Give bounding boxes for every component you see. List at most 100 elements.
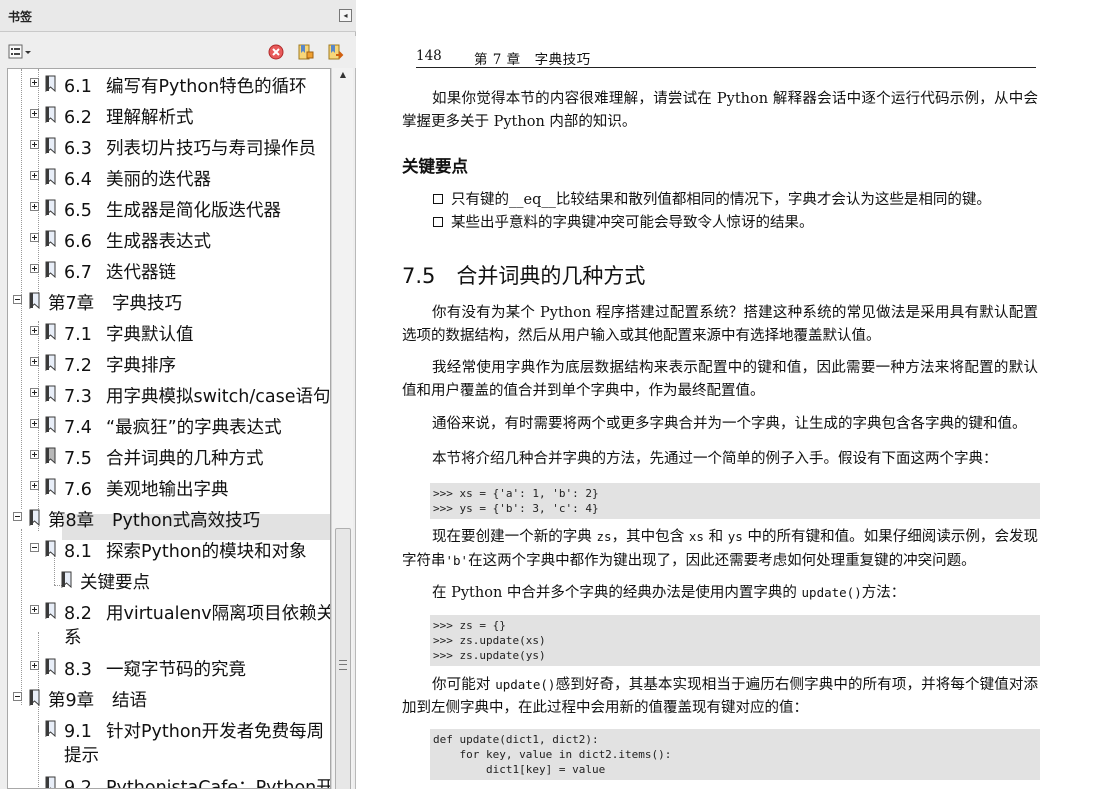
- bookmark-number: 6.3: [64, 139, 92, 159]
- bookmarks-toolbar: [0, 36, 356, 68]
- document-page: 148 第 7 章 字典技巧 如果你觉得本节的内容很难理解，请尝试在 Pytho…: [360, 0, 1117, 789]
- bookmark-number: 6.2: [64, 108, 92, 128]
- bookmarks-scrollbar[interactable]: ▲: [331, 68, 353, 789]
- bookmark-label: 一窥字节码的究竟: [106, 660, 246, 680]
- bookmark-number: 7.2: [64, 356, 92, 376]
- expand-icon[interactable]: [30, 171, 39, 180]
- bookmark-label: 生成器表达式: [106, 232, 211, 252]
- expand-icon[interactable]: [30, 326, 39, 335]
- expand-icon[interactable]: [30, 419, 39, 428]
- bookmark-number: 8.1: [64, 542, 92, 562]
- delete-bookmark-icon[interactable]: [267, 43, 285, 61]
- bookmark-label: 字典技巧: [112, 294, 182, 314]
- bookmark-icon: [29, 689, 40, 706]
- bullet-text: 只有键的__eq__比较结果和散列值都相同的情况下，字典才会认为这些是相同的键。: [451, 192, 991, 208]
- bookmark-label: 字典默认值: [106, 325, 194, 345]
- new-bookmark-icon[interactable]: [296, 43, 314, 61]
- expand-icon[interactable]: [30, 140, 39, 149]
- expand-icon[interactable]: [30, 233, 39, 242]
- bookmark-label: 编写有Python特色的循环: [106, 77, 307, 97]
- bookmark-label: 理解解析式: [106, 108, 194, 128]
- bookmark-number: 第8章: [48, 511, 95, 531]
- paragraph: 现在要创建一个新的字典 zs，其中包含 xs 和 ys 中的所有键和值。如果仔细…: [402, 529, 1039, 569]
- bullet-item: 某些出乎意料的字典键冲突可能会导致令人惊讶的结果。: [433, 212, 814, 234]
- expand-icon[interactable]: [30, 661, 39, 670]
- bookmark-label: PythonistaCafe：Python开: [106, 778, 331, 789]
- scrollbar-thumb[interactable]: [335, 528, 351, 789]
- intro-paragraph: 如果你觉得本节的内容很难理解，请尝试在 Python 解释器会话中逐个运行代码示…: [402, 91, 1038, 130]
- bookmark-label: 迭代器链: [106, 263, 176, 283]
- bookmark-icon: [29, 292, 40, 309]
- expand-bookmark-icon[interactable]: [326, 43, 344, 61]
- bookmark-icon: [61, 571, 72, 588]
- paragraph: 你有没有为某个 Python 程序搭建过配置系统？搭建这种系统的常见做法是采用具…: [402, 305, 1038, 344]
- checkbox-bullet-icon: [433, 217, 443, 227]
- bookmark-label: 探索Python的模块和对象: [106, 542, 307, 562]
- bookmarks-header: 书签 ◂: [0, 0, 356, 32]
- bookmark-label: 合并词典的几种方式: [106, 449, 264, 469]
- bookmark-icon: [45, 168, 56, 185]
- collapse-panel-button[interactable]: ◂: [339, 9, 352, 22]
- code-block: >>> zs = {} >>> zs.update(xs) >>> zs.upd…: [430, 615, 1040, 666]
- bookmark-icon: [45, 75, 56, 92]
- bookmark-number: 6.6: [64, 232, 92, 252]
- code-block: >>> xs = {'a': 1, 'b': 2} >>> ys = {'b':…: [430, 483, 1040, 519]
- bookmark-icon: [45, 354, 56, 371]
- expand-icon[interactable]: [30, 202, 39, 211]
- expand-icon[interactable]: [30, 481, 39, 490]
- options-menu-icon[interactable]: [8, 43, 34, 61]
- bullet-item: 只有键的__eq__比较结果和散列值都相同的情况下，字典才会认为这些是相同的键。: [433, 189, 991, 211]
- bookmark-number: 8.2: [64, 604, 92, 624]
- collapse-icon[interactable]: [13, 295, 22, 304]
- bookmark-number: 7.4: [64, 418, 92, 438]
- bookmark-number: 7.6: [64, 480, 92, 500]
- collapse-icon[interactable]: [13, 692, 22, 701]
- tree-line: [21, 529, 22, 705]
- expand-icon[interactable]: [30, 605, 39, 614]
- bookmark-label-wrap: 系: [64, 628, 82, 648]
- bookmark-number: 8.3: [64, 660, 92, 680]
- page-header: 148 第 7 章 字典技巧: [416, 46, 1036, 68]
- bookmark-icon: [45, 540, 56, 557]
- collapse-icon[interactable]: [13, 512, 22, 521]
- expand-icon[interactable]: [30, 388, 39, 397]
- collapse-icon[interactable]: [30, 543, 39, 552]
- bookmark-number: 6.5: [64, 201, 92, 221]
- scroll-up-arrow-icon[interactable]: ▲: [332, 70, 354, 86]
- paragraph: 本节将介绍几种合并字典的方法，先通过一个简单的例子入手。假设有下面这两个字典：: [432, 451, 998, 467]
- bookmark-label: 针对Python开发者免费每周: [106, 722, 325, 742]
- bookmark-label: 生成器是简化版迭代器: [106, 201, 281, 221]
- bookmark-label: 结语: [112, 691, 147, 711]
- paragraph: 通俗来说，有时需要将两个或更多字典合并为一个字典，让生成的字典包含各字典的键和值…: [432, 416, 1027, 432]
- bookmark-number: 7.3: [64, 387, 92, 407]
- expand-icon[interactable]: [30, 109, 39, 118]
- tree-line: [38, 725, 39, 788]
- tree-line: [21, 69, 22, 509]
- bookmark-number: 7.5: [64, 449, 92, 469]
- tree-line: [38, 69, 39, 297]
- bookmark-label: 用字典模拟switch/case语句: [106, 387, 331, 407]
- bookmark-number: 第7章: [48, 294, 95, 314]
- bookmark-icon: [45, 323, 56, 340]
- bookmark-number: 9.1: [64, 722, 92, 742]
- section-title: 7.5 合并词典的几种方式: [402, 264, 646, 288]
- bookmark-label: Python式高效技巧: [112, 511, 261, 531]
- bookmarks-title: 书签: [8, 10, 33, 24]
- bookmark-icon: [45, 720, 56, 737]
- bookmark-number: 6.7: [64, 263, 92, 283]
- expand-icon[interactable]: [30, 450, 39, 459]
- bullet-text: 某些出乎意料的字典键冲突可能会导致令人惊讶的结果。: [451, 215, 814, 231]
- bookmark-icon: [45, 261, 56, 278]
- chapter-header: 第 7 章 字典技巧: [474, 52, 591, 68]
- page-number: 148: [416, 48, 442, 64]
- bookmark-number: 6.4: [64, 170, 92, 190]
- expand-icon[interactable]: [30, 78, 39, 87]
- expand-icon[interactable]: [30, 357, 39, 366]
- bookmark-icon: [45, 137, 56, 154]
- tree-line: [38, 632, 39, 732]
- bookmark-icon: [45, 416, 56, 433]
- bookmark-number: 6.1: [64, 77, 92, 97]
- bookmark-icon: [45, 106, 56, 123]
- expand-icon[interactable]: [30, 264, 39, 273]
- bookmark-icon: [45, 478, 56, 495]
